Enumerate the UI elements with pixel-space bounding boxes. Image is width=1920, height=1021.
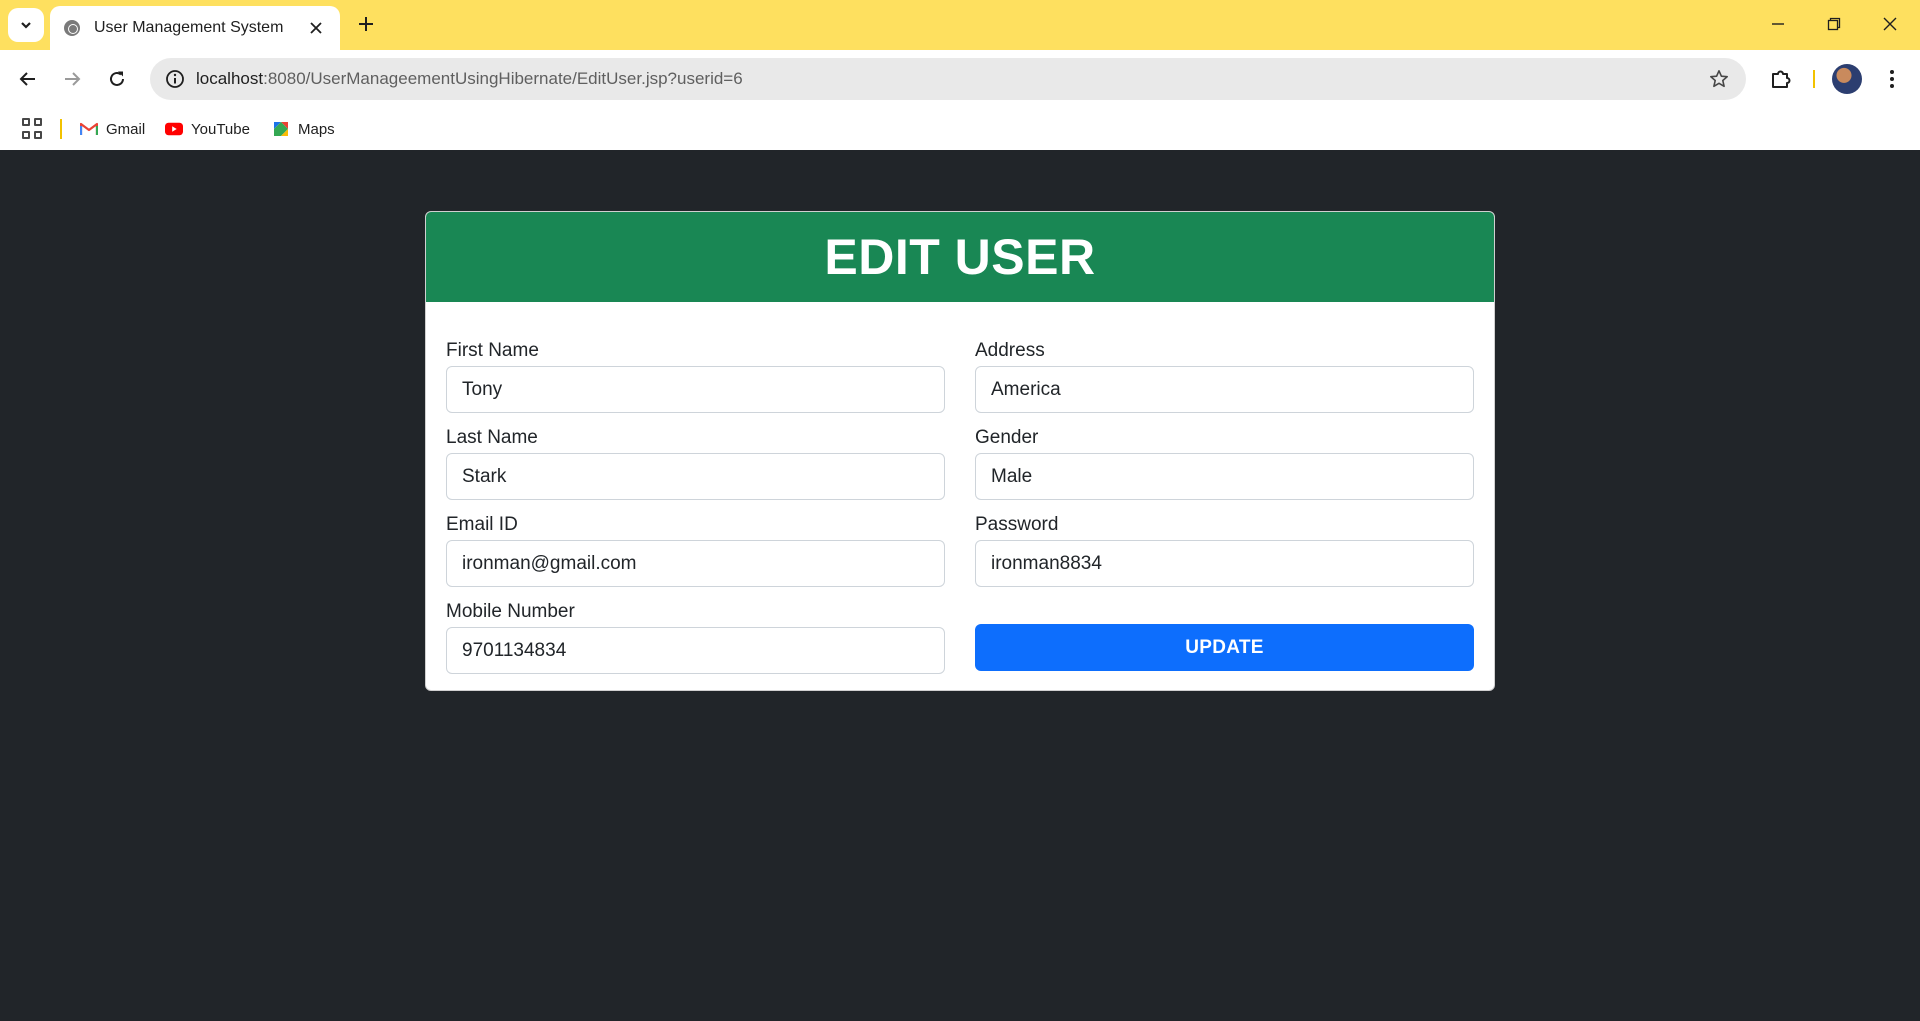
chevron-down-icon	[21, 22, 31, 29]
page-title: EDIT USER	[824, 229, 1096, 285]
first-name-group: First Name	[446, 332, 945, 413]
plus-icon	[359, 17, 373, 31]
bookmarks-bar: Gmail YouTube Maps	[0, 108, 1920, 150]
password-group: Password	[975, 506, 1474, 587]
restore-icon	[1827, 17, 1841, 31]
bookmarks-divider	[60, 119, 62, 139]
forward-button[interactable]	[56, 63, 88, 95]
url-host: localhost	[196, 69, 264, 88]
bookmark-label: Maps	[298, 120, 335, 138]
email-group: Email ID	[446, 506, 945, 587]
close-tab-button[interactable]	[306, 18, 326, 38]
back-button[interactable]	[12, 63, 44, 95]
more-vert-icon	[1890, 70, 1894, 88]
last-name-group: Last Name	[446, 419, 945, 500]
edit-user-card: EDIT USER First Name Last Name Email ID …	[425, 211, 1495, 691]
maps-icon	[272, 120, 290, 138]
puzzle-icon	[1772, 70, 1791, 88]
close-icon	[310, 22, 322, 34]
tab-search-button[interactable]	[8, 8, 44, 42]
update-button[interactable]: UPDATE	[975, 624, 1474, 671]
browser-toolbar: localhost:8080/UserManageementUsingHiber…	[0, 50, 1920, 108]
arrow-right-icon	[65, 72, 81, 86]
password-label: Password	[975, 514, 1059, 535]
youtube-icon	[165, 120, 183, 138]
gender-input[interactable]	[975, 453, 1474, 500]
close-icon	[1883, 17, 1897, 31]
restore-button[interactable]	[1814, 8, 1854, 40]
minimize-button[interactable]	[1758, 8, 1798, 40]
address-label: Address	[975, 340, 1045, 361]
first-name-input[interactable]	[446, 366, 945, 413]
password-input[interactable]	[975, 540, 1474, 587]
bookmark-youtube[interactable]: YouTube	[165, 117, 250, 141]
card-header: EDIT USER	[426, 212, 1494, 302]
address-input[interactable]	[975, 366, 1474, 413]
url-text[interactable]: localhost:8080/UserManageementUsingHiber…	[196, 69, 743, 89]
page-background: EDIT USER First Name Last Name Email ID …	[0, 150, 1920, 1021]
browser-tab[interactable]: User Management System	[50, 6, 340, 50]
bookmark-star-icon[interactable]	[1708, 68, 1730, 90]
first-name-label: First Name	[446, 340, 539, 361]
profile-avatar[interactable]	[1832, 64, 1862, 94]
globe-icon	[64, 20, 80, 36]
bookmark-maps[interactable]: Maps	[272, 117, 335, 141]
arrow-left-icon	[19, 72, 35, 86]
toolbar-divider	[1813, 70, 1815, 88]
mobile-label: Mobile Number	[446, 601, 575, 622]
gender-group: Gender	[975, 419, 1474, 500]
bookmark-label: Gmail	[106, 120, 146, 138]
tab-strip: User Management System	[0, 0, 1920, 50]
bookmark-label: YouTube	[191, 120, 250, 138]
email-label: Email ID	[446, 514, 518, 535]
reload-icon	[110, 71, 124, 86]
menu-button[interactable]	[1876, 63, 1908, 95]
close-window-button[interactable]	[1870, 8, 1910, 40]
extensions-button[interactable]	[1765, 63, 1797, 95]
site-info-icon[interactable]	[164, 68, 186, 90]
last-name-label: Last Name	[446, 427, 538, 448]
url-path: :8080/UserManageementUsingHibernate/Edit…	[263, 69, 743, 88]
apps-grid-icon[interactable]	[22, 118, 44, 140]
mobile-group: Mobile Number	[446, 593, 945, 674]
email-input[interactable]	[446, 540, 945, 587]
tab-title: User Management System	[94, 19, 284, 36]
reload-button[interactable]	[101, 63, 133, 95]
address-bar[interactable]: localhost:8080/UserManageementUsingHiber…	[150, 58, 1746, 100]
last-name-input[interactable]	[446, 453, 945, 500]
gmail-icon	[80, 120, 98, 138]
mobile-input[interactable]	[446, 627, 945, 674]
new-tab-button[interactable]	[352, 10, 380, 38]
minimize-icon	[1772, 23, 1784, 25]
address-group: Address	[975, 332, 1474, 413]
gender-label: Gender	[975, 427, 1039, 448]
bookmark-gmail[interactable]: Gmail	[80, 117, 145, 141]
